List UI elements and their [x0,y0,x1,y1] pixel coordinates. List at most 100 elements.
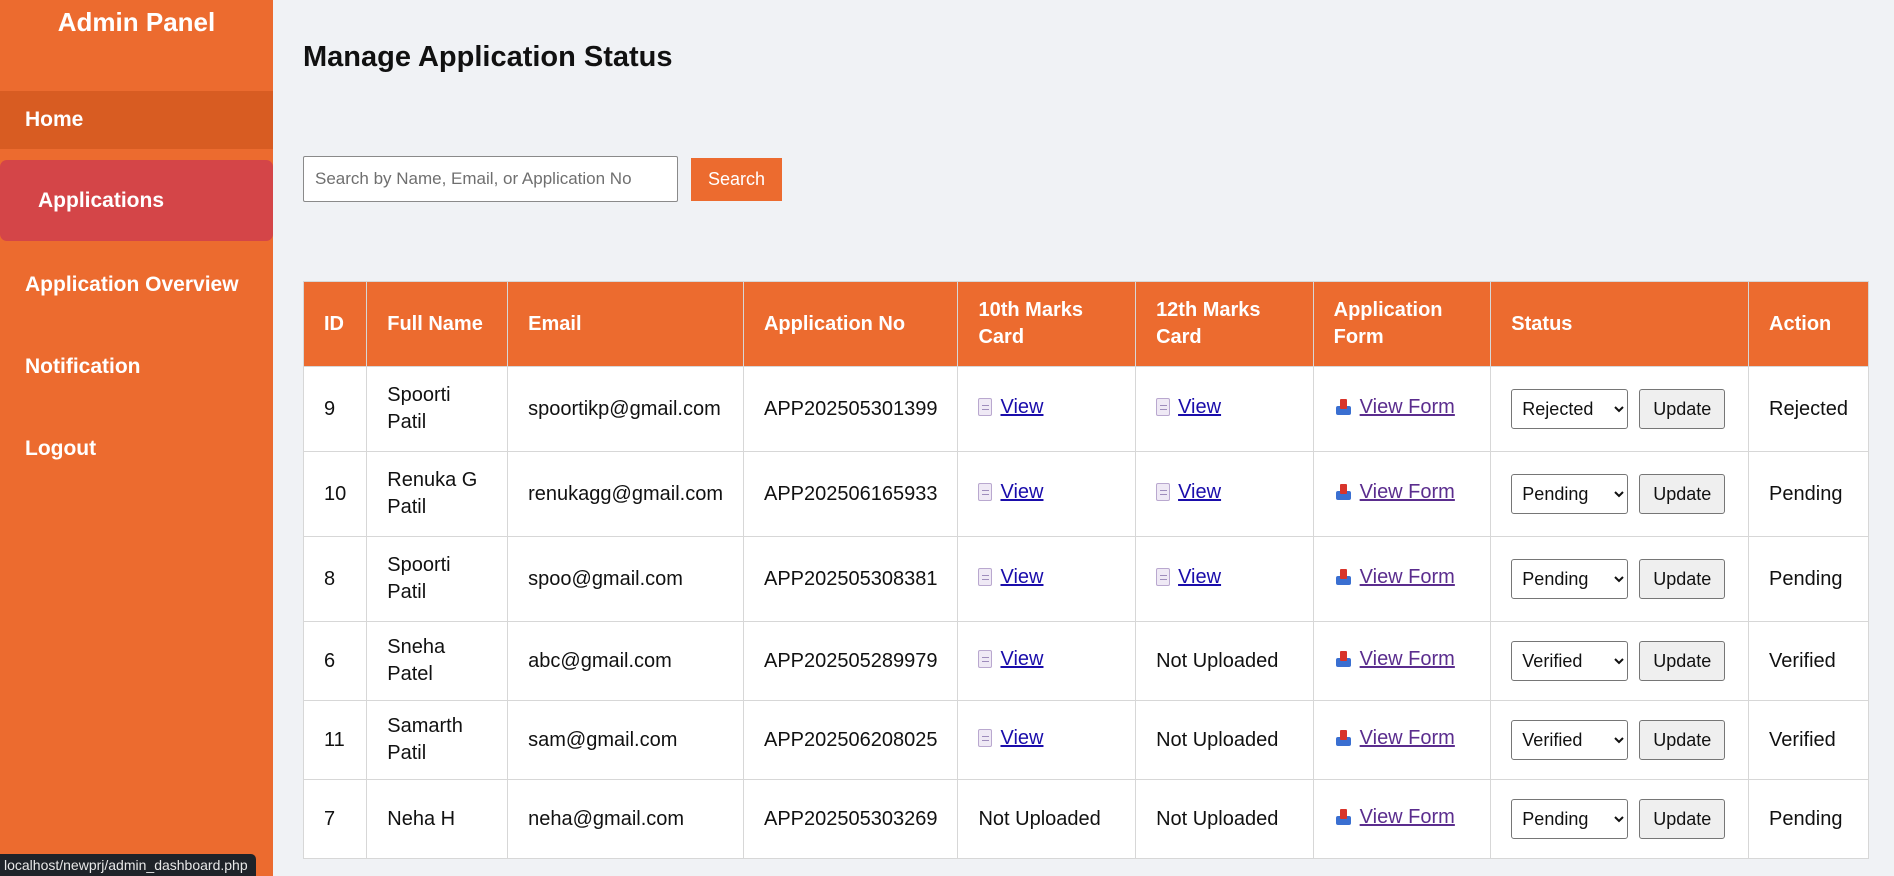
column-header-application-no: Application No [742,281,959,367]
search-input[interactable] [303,156,678,202]
cell-application-no: APP202505289979 [742,621,959,701]
column-header-email: Email [507,281,744,367]
link-label: View [1000,647,1044,670]
column-header-status: Status [1490,281,1750,367]
column-header-10th-marks-card: 10th Marks Card [957,281,1137,367]
cell-application-form: View Form [1312,621,1492,701]
link-label: View [1000,480,1044,503]
cell-full-name: Spoorti Patil [366,536,509,622]
link-label: View Form [1359,805,1455,828]
sidebar-item-applications[interactable]: Applications [0,160,273,241]
cell-status: Verified Update [1490,621,1750,701]
view-marks-card-link[interactable]: View [978,479,1043,506]
status-select[interactable]: Pending [1511,474,1629,514]
status-select[interactable]: Verified [1511,720,1629,760]
link-label: View Form [1359,565,1455,588]
cell-12th-marks-card: View [1135,536,1314,622]
cell-id: 6 [302,621,368,701]
applications-table-body: 9 Spoorti Patil spoortikp@gmail.com APP2025… [302,366,1869,859]
view-form-link[interactable]: View Form [1334,564,1455,591]
cell-12th-marks-card: View [1135,451,1314,537]
update-button[interactable]: Update [1639,389,1726,429]
cell-status: Verified Update [1490,700,1750,780]
cell-full-name: Renuka G Patil [366,451,509,537]
view-marks-card-link[interactable]: View [1156,394,1221,421]
view-marks-card-link[interactable]: View [978,725,1043,752]
sidebar-item-notification[interactable]: Notification [0,342,273,392]
view-form-link[interactable]: View Form [1334,804,1455,831]
link-label: View [1000,395,1044,418]
link-label: View [1000,726,1044,749]
cell-action: Verified [1748,700,1869,780]
view-marks-card-link[interactable]: View [978,394,1043,421]
cell-status: Pending Update [1490,536,1750,622]
document-icon [978,483,993,502]
status-select[interactable]: Rejected [1511,389,1629,429]
cell-application-form: View Form [1312,779,1492,859]
cell-full-name: Spoorti Patil [366,366,509,452]
view-marks-card-link[interactable]: View [978,564,1043,591]
form-upload-icon [1334,568,1352,586]
cell-application-no: APP202505303269 [742,779,959,859]
document-icon [978,568,993,587]
document-icon [1156,568,1171,587]
cell-email: sam@gmail.com [507,700,744,780]
cell-application-no: APP202505301399 [742,366,959,452]
link-label: View [1178,395,1222,418]
cell-10th-marks-card: View [957,700,1137,780]
sidebar-item-application-overview[interactable]: Application Overview [0,260,273,310]
view-marks-card-link[interactable]: View [1156,479,1221,506]
search-button[interactable]: Search [691,158,782,201]
status-select[interactable]: Pending [1511,559,1629,599]
form-upload-icon [1334,650,1352,668]
cell-email: spoortikp@gmail.com [507,366,744,452]
table-row: 6 Sneha Patel abc@gmail.com APP202505289979… [302,621,1869,701]
link-label: View Form [1359,726,1455,749]
table-row: 10 Renuka G Patil renukagg@gmail.com APP202… [302,451,1869,537]
update-button[interactable]: Update [1639,559,1726,599]
column-header-id: ID [302,281,368,367]
column-header-action: Action [1748,281,1869,367]
table-row: 7 Neha Hneha@gmail.com APP202505303269 Not … [302,779,1869,859]
cell-email: abc@gmail.com [507,621,744,701]
document-icon [978,398,993,417]
cell-status: Pending Update [1490,779,1750,859]
cell-10th-marks-card: View [957,451,1137,537]
cell-id: 7 [302,779,368,859]
view-form-link[interactable]: View Form [1334,646,1455,673]
view-form-link[interactable]: View Form [1334,479,1455,506]
view-form-link[interactable]: View Form [1334,725,1455,752]
view-form-link[interactable]: View Form [1334,394,1455,421]
cell-id: 8 [302,536,368,622]
view-marks-card-link[interactable]: View [978,646,1043,673]
update-button[interactable]: Update [1639,799,1726,839]
cell-10th-marks-card: View [957,366,1137,452]
form-upload-icon [1334,729,1352,747]
cell-application-no: APP202506208025 [742,700,959,780]
table-row: 11 Samarth Patil sam@gmail.com APP202506208… [302,700,1869,780]
cell-application-form: View Form [1312,700,1492,780]
view-marks-card-link[interactable]: View [1156,564,1221,591]
cell-full-name: Samarth Patil [366,700,509,780]
status-select[interactable]: Pending [1511,799,1629,839]
table-row: 9 Spoorti Patil spoortikp@gmail.com APP2025… [302,366,1869,452]
document-icon [1156,398,1171,417]
cell-full-name: Sneha Patel [366,621,509,701]
cell-12th-marks-card: View [1135,366,1314,452]
link-label: View [1000,565,1044,588]
link-label: View Form [1359,480,1455,503]
update-button[interactable]: Update [1639,474,1726,514]
cell-id: 10 [302,451,368,537]
sidebar-item-logout[interactable]: Logout [0,424,273,474]
cell-application-no: APP202505308381 [742,536,959,622]
update-button[interactable]: Update [1639,720,1726,760]
table-row: 8 Spoorti Patil spoo@gmail.com APP202505308… [302,536,1869,622]
page-title: Manage Application Status [303,41,673,73]
status-select[interactable]: Verified [1511,641,1629,681]
sidebar-item-home[interactable]: Home [0,91,273,149]
update-button[interactable]: Update [1639,641,1726,681]
document-icon [978,650,993,669]
cell-application-form: View Form [1312,536,1492,622]
cell-12th-marks-card: Not Uploaded [1135,700,1314,780]
link-label: View Form [1359,647,1455,670]
